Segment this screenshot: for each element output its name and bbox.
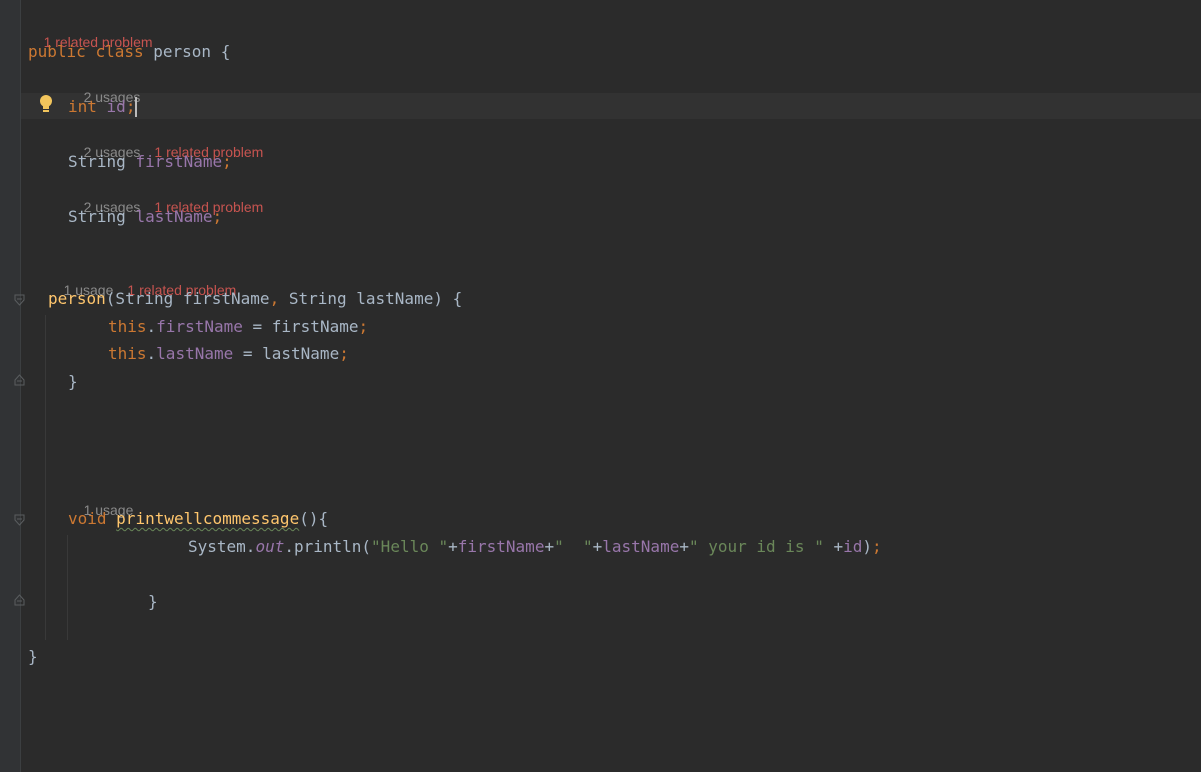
code-editor[interactable]: 1 related problem public class person { … [0, 0, 1201, 772]
close-brace: } [148, 592, 158, 611]
code-line-println[interactable]: System.out.println("Hello "+firstName+" … [188, 537, 882, 557]
lightbulb-icon[interactable] [37, 94, 55, 114]
code-line-ctor-close[interactable]: } [68, 372, 78, 392]
constructor-name: person [48, 289, 106, 308]
editor-gutter[interactable] [0, 0, 21, 772]
fold-marker-icon[interactable] [14, 514, 25, 526]
field-firstname: firstName [135, 152, 223, 171]
current-line-highlight [21, 93, 1201, 119]
close-paren: ) [862, 537, 872, 556]
semicolon: ; [212, 207, 223, 226]
plus-operator: + [544, 537, 555, 556]
code-line-assign-firstname[interactable]: this.firstName = firstName; [108, 317, 368, 337]
keyword-public: public [28, 42, 86, 61]
plus-operator: + [679, 537, 689, 556]
semicolon: ; [125, 97, 136, 116]
param-first: (String firstName [105, 289, 270, 308]
comma: , [269, 289, 280, 308]
fold-marker-icon[interactable] [14, 594, 25, 606]
dot: . [146, 317, 157, 336]
close-brace: } [28, 647, 38, 666]
semicolon: ; [358, 317, 369, 336]
class-name: person [153, 42, 212, 61]
type-string: String [68, 207, 126, 226]
static-field-out: out [255, 537, 285, 556]
param-last: String lastName) { [279, 289, 463, 308]
open-brace: { [220, 42, 231, 61]
fold-marker-icon[interactable] [14, 374, 25, 386]
string-literal: " your id is " [688, 537, 824, 556]
string-literal: "Hello " [371, 537, 449, 556]
field-firstname: firstName [156, 317, 243, 336]
println-call: .println( [284, 537, 372, 556]
plus-operator: + [592, 537, 603, 556]
assignment-rhs: = firstName [242, 317, 359, 336]
semicolon: ; [872, 537, 882, 556]
plus-operator: + [448, 537, 458, 556]
semicolon: ; [339, 344, 349, 363]
dot: . [146, 344, 157, 363]
system-class: System. [188, 537, 256, 556]
indent-guide [67, 535, 68, 640]
semicolon: ; [222, 152, 232, 171]
keyword-this: this [108, 317, 147, 336]
code-line-assign-lastname[interactable]: this.lastName = lastName; [108, 344, 349, 364]
assignment-rhs: = lastName [233, 344, 340, 363]
close-brace: } [68, 372, 78, 391]
type-int: int [68, 97, 97, 116]
code-line-field-firstname[interactable]: String firstName; [68, 152, 232, 172]
code-line-method-close[interactable]: } [148, 592, 158, 612]
method-parens: (){ [299, 509, 329, 528]
code-line-class-close[interactable]: } [28, 647, 38, 667]
keyword-void: void [68, 509, 107, 528]
code-line-field-lastname[interactable]: String lastName; [68, 207, 222, 227]
code-line-method-decl[interactable]: void printwellcommessage(){ [68, 509, 328, 529]
code-line-field-id[interactable]: int id; [68, 97, 138, 117]
code-line-class-decl[interactable]: public class person { [28, 42, 230, 62]
fold-marker-icon[interactable] [14, 294, 25, 306]
field-lastname: lastName [135, 207, 213, 226]
text-caret [135, 97, 138, 117]
method-name[interactable]: printwellcommessage [116, 509, 299, 528]
field-id: id [106, 97, 126, 116]
keyword-class: class [95, 42, 144, 61]
plus-operator: + [823, 537, 844, 556]
field-lastname: lastName [602, 537, 680, 556]
type-string: String [68, 152, 126, 171]
field-firstname: firstName [457, 537, 545, 556]
string-literal: " " [554, 537, 593, 556]
code-line-constructor[interactable]: person(String firstName, String lastName… [48, 289, 462, 309]
field-id: id [843, 537, 863, 556]
keyword-this: this [108, 344, 147, 363]
field-lastname: lastName [156, 344, 234, 363]
indent-guide [45, 315, 46, 640]
